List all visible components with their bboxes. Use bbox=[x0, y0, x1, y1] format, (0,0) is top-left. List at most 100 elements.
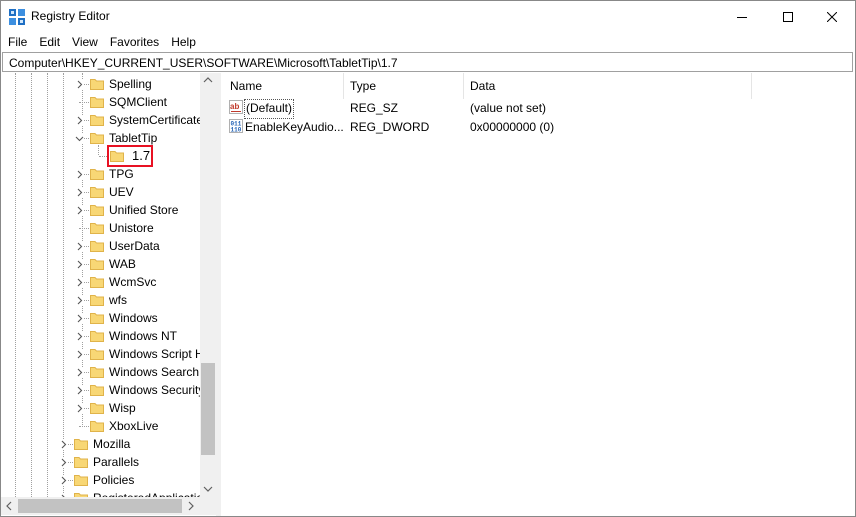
tree-item-label: XboxLive bbox=[109, 419, 159, 433]
tree-item[interactable]: Spelling bbox=[1, 75, 200, 93]
tree-item-label: Windows Script H bbox=[109, 347, 204, 361]
chevron-right-icon[interactable] bbox=[75, 278, 84, 287]
tree-item-label: TPG bbox=[109, 167, 134, 181]
tree-connector-line bbox=[79, 228, 89, 229]
value-data: 0x00000000 (0) bbox=[470, 120, 555, 134]
chevron-right-icon[interactable] bbox=[75, 80, 84, 89]
chevron-right-icon[interactable] bbox=[75, 332, 84, 341]
tree-vertical-scrollbar[interactable] bbox=[200, 73, 216, 497]
tree-item[interactable]: Policies bbox=[1, 471, 200, 489]
scroll-left-icon[interactable] bbox=[5, 501, 13, 511]
title-bar: Registry Editor bbox=[1, 1, 855, 32]
folder-icon bbox=[90, 331, 104, 342]
folder-icon bbox=[90, 259, 104, 270]
folder-icon bbox=[90, 313, 104, 324]
column-header-type[interactable]: Type bbox=[343, 73, 463, 99]
tree-item[interactable]: WAB bbox=[1, 255, 200, 273]
tree-item-label: WcmSvc bbox=[109, 275, 157, 289]
tree-item[interactable]: UEV bbox=[1, 183, 200, 201]
close-button[interactable] bbox=[809, 1, 855, 32]
tree-item-label: Policies bbox=[93, 473, 135, 487]
minimize-icon bbox=[737, 16, 747, 18]
chevron-right-icon[interactable] bbox=[75, 116, 84, 125]
chevron-down-icon[interactable] bbox=[75, 134, 84, 143]
tree-horizontal-scrollbar[interactable] bbox=[1, 497, 216, 515]
chevron-right-icon[interactable] bbox=[59, 458, 68, 467]
tree-item-label: SQMClient bbox=[109, 95, 168, 109]
address-bar[interactable]: Computer\HKEY_CURRENT_USER\SOFTWARE\Micr… bbox=[2, 52, 853, 72]
chevron-right-icon[interactable] bbox=[75, 260, 84, 269]
chevron-right-icon[interactable] bbox=[75, 242, 84, 251]
tree-item[interactable]: wfs bbox=[1, 291, 200, 309]
menu-view[interactable]: View bbox=[66, 32, 104, 52]
tree-item-label: Windows Search bbox=[109, 365, 200, 379]
tree-horizontal-scroll-thumb[interactable] bbox=[18, 499, 182, 513]
folder-icon bbox=[90, 367, 104, 378]
menu-help[interactable]: Help bbox=[165, 32, 202, 52]
tree-item[interactable]: TabletTip bbox=[1, 129, 200, 147]
chevron-right-icon[interactable] bbox=[75, 170, 84, 179]
folder-icon bbox=[90, 295, 104, 306]
tree-item[interactable]: Windows NT bbox=[1, 327, 200, 345]
folder-icon bbox=[90, 187, 104, 198]
folder-icon bbox=[90, 97, 104, 108]
tree-item-label: Wisp bbox=[109, 401, 136, 415]
folder-icon bbox=[90, 421, 104, 432]
chevron-right-icon[interactable] bbox=[75, 296, 84, 305]
tree-item-label: Windows bbox=[109, 311, 158, 325]
tree-item[interactable]: Mozilla bbox=[1, 435, 200, 453]
tree-item[interactable]: Unified Store bbox=[1, 201, 200, 219]
tree-connector-line bbox=[79, 102, 89, 103]
pane-splitter[interactable] bbox=[216, 73, 221, 516]
chevron-right-icon[interactable] bbox=[75, 350, 84, 359]
tree-item[interactable]: Wisp bbox=[1, 399, 200, 417]
scroll-up-icon[interactable] bbox=[203, 76, 213, 84]
tree-item[interactable]: UserData bbox=[1, 237, 200, 255]
maximize-button[interactable] bbox=[765, 1, 811, 32]
tree-connector-line bbox=[79, 426, 89, 427]
tree-item-label: WAB bbox=[109, 257, 136, 271]
scroll-right-icon[interactable] bbox=[187, 501, 195, 511]
tree-item[interactable]: SystemCertificate bbox=[1, 111, 204, 129]
svg-text:ab: ab bbox=[230, 102, 239, 111]
tree-item[interactable]: WcmSvc bbox=[1, 273, 200, 291]
tree-item[interactable]: Windows Security bbox=[1, 381, 204, 399]
values-list: Name Type Data ab (Default) REG_SZ (valu… bbox=[223, 73, 855, 516]
value-name: (Default) bbox=[244, 99, 295, 119]
menu-edit[interactable]: Edit bbox=[33, 32, 66, 52]
chevron-right-icon[interactable] bbox=[75, 314, 84, 323]
tree-item[interactable]: Windows Script H bbox=[1, 345, 204, 363]
chevron-right-icon[interactable] bbox=[75, 386, 84, 395]
minimize-button[interactable] bbox=[719, 1, 765, 32]
tree-item[interactable]: RegisteredApplicatio bbox=[1, 489, 203, 497]
close-icon bbox=[827, 11, 837, 22]
tree-vertical-scroll-thumb[interactable] bbox=[201, 363, 215, 455]
tree-item[interactable]: Windows bbox=[1, 309, 200, 327]
chevron-right-icon[interactable] bbox=[75, 188, 84, 197]
tree-item[interactable]: Parallels bbox=[1, 453, 200, 471]
column-separator[interactable] bbox=[751, 73, 752, 99]
window-title: Registry Editor bbox=[31, 9, 110, 23]
tree-item[interactable]: Windows Search bbox=[1, 363, 200, 381]
column-header-data[interactable]: Data bbox=[463, 73, 751, 99]
chevron-right-icon[interactable] bbox=[75, 368, 84, 377]
scroll-down-icon[interactable] bbox=[203, 485, 213, 493]
tree-item[interactable]: Unistore bbox=[1, 219, 200, 237]
value-type: REG_SZ bbox=[350, 101, 399, 115]
tree-item[interactable]: XboxLive bbox=[1, 417, 200, 435]
tree-item-label: SystemCertificate bbox=[109, 113, 204, 127]
tree-item[interactable]: TPG bbox=[1, 165, 200, 183]
column-header-name[interactable]: Name bbox=[223, 73, 343, 99]
chevron-right-icon[interactable] bbox=[59, 476, 68, 485]
chevron-right-icon[interactable] bbox=[75, 404, 84, 413]
menu-file[interactable]: File bbox=[1, 32, 33, 52]
chevron-right-icon[interactable] bbox=[59, 440, 68, 449]
folder-icon bbox=[90, 241, 104, 252]
tree-item-label: Windows Security bbox=[109, 383, 205, 397]
folder-icon bbox=[90, 133, 104, 144]
chevron-right-icon[interactable] bbox=[75, 206, 84, 215]
menu-favorites[interactable]: Favorites bbox=[104, 32, 165, 52]
tree-item-label: UEV bbox=[109, 185, 134, 199]
tree-item[interactable]: 1.7 bbox=[1, 145, 200, 167]
tree-item[interactable]: SQMClient bbox=[1, 93, 200, 111]
